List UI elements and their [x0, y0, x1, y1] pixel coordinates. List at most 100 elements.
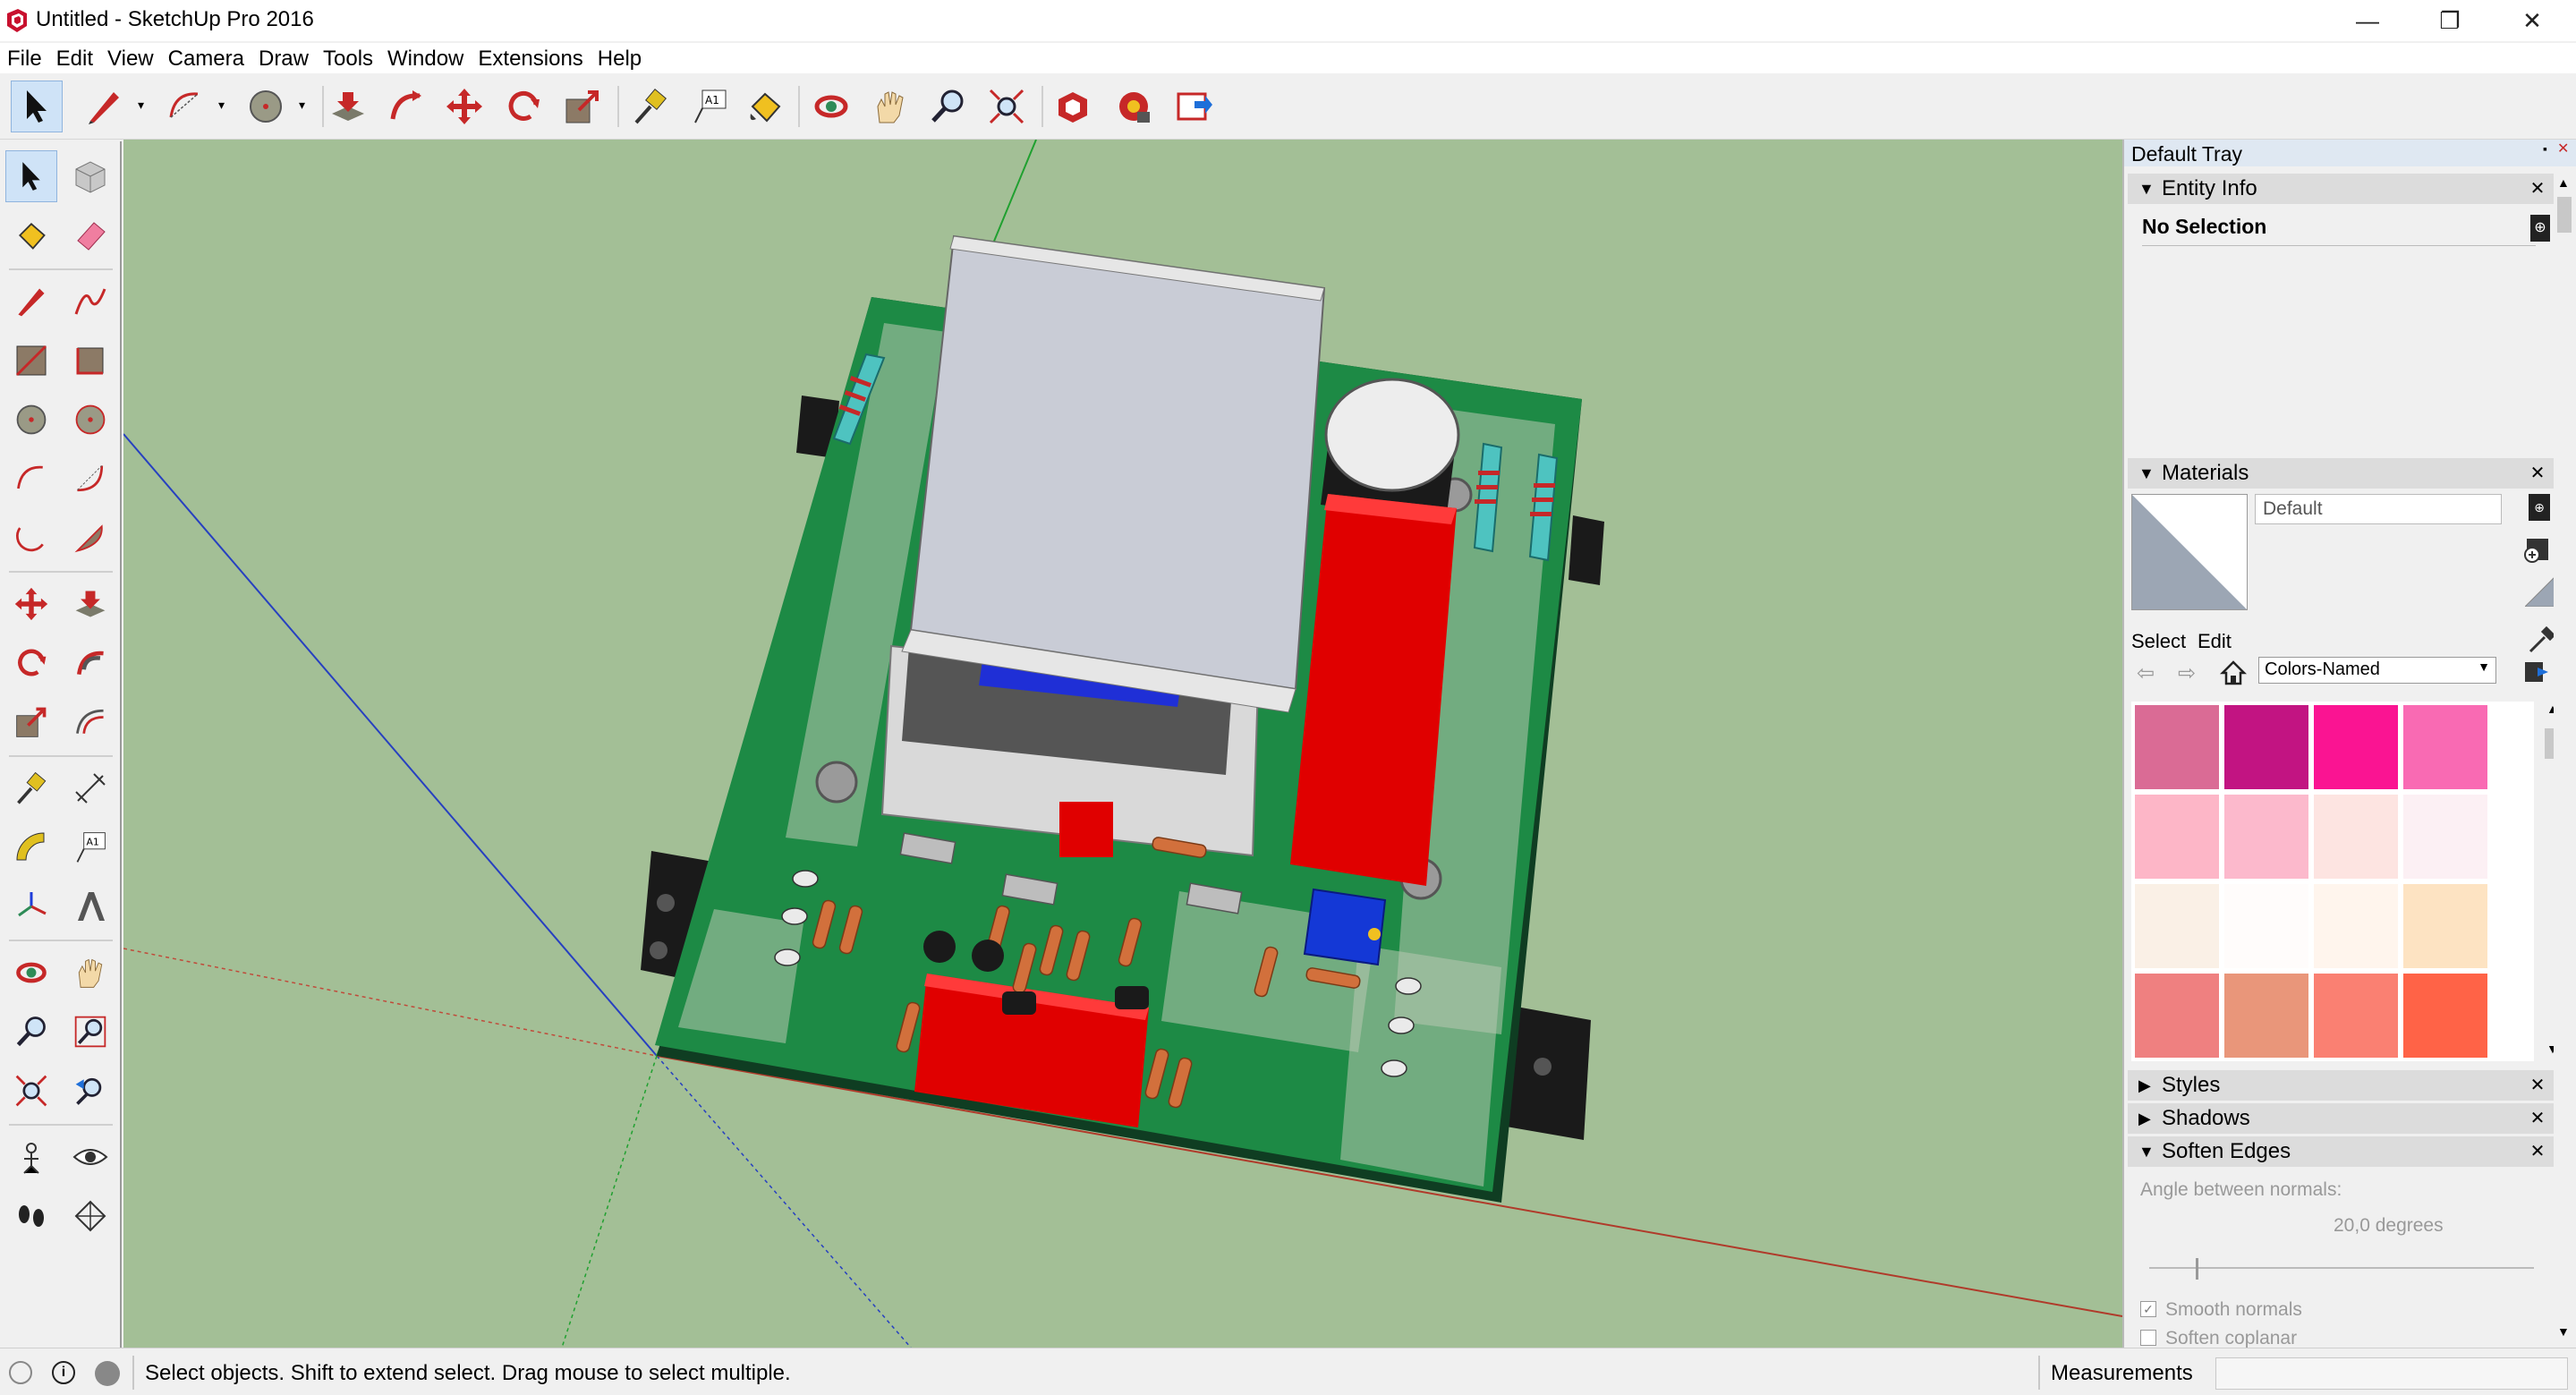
chevron-down-icon[interactable]: ▾: [138, 98, 150, 111]
rotate-tool-button[interactable]: [5, 637, 57, 689]
zoom-extents-tool-button[interactable]: [981, 81, 1033, 132]
measurements-input[interactable]: [2215, 1357, 2568, 1390]
offset-tool-button[interactable]: [64, 696, 116, 748]
rotated-rectangle-tool-button[interactable]: [64, 335, 116, 387]
arc-tool-button[interactable]: [5, 453, 57, 505]
extension-warehouse-button[interactable]: [1108, 81, 1160, 132]
details-arrow-icon[interactable]: [2523, 659, 2550, 685]
paint-bucket-tool-button[interactable]: [5, 209, 57, 261]
close-icon[interactable]: ✕: [2527, 1103, 2548, 1134]
chevron-down-icon[interactable]: ▼: [2557, 1324, 2570, 1339]
angle-slider-track[interactable]: [2149, 1267, 2534, 1269]
walk-tool-button[interactable]: [5, 1190, 57, 1242]
scroll-thumb[interactable]: [2557, 197, 2572, 233]
zoom-tool-button[interactable]: [5, 1006, 57, 1058]
zoom-tool-button[interactable]: [922, 81, 973, 132]
paint-bucket-tool-button[interactable]: [739, 81, 791, 132]
close-icon[interactable]: ✕: [2527, 174, 2548, 204]
follow-me-tool-button[interactable]: [379, 81, 431, 132]
make-component-button[interactable]: [64, 150, 116, 202]
material-swatch[interactable]: [2403, 705, 2487, 789]
menu-file[interactable]: File: [0, 43, 49, 73]
zoom-window-tool-button[interactable]: [64, 1006, 116, 1058]
section-plane-tool-button[interactable]: [64, 1190, 116, 1242]
scale-tool-button[interactable]: [557, 81, 608, 132]
two-point-arc-tool-button[interactable]: [64, 453, 116, 505]
orbit-tool-button[interactable]: [805, 81, 857, 132]
soften-edges-header[interactable]: ▼ Soften Edges ✕: [2128, 1136, 2554, 1167]
menu-view[interactable]: View: [100, 43, 161, 73]
library-select[interactable]: Colors-Named ▼: [2258, 657, 2496, 684]
line-tool-button[interactable]: [79, 81, 131, 132]
position-camera-tool-button[interactable]: [5, 1131, 57, 1183]
chevron-down-icon[interactable]: ▾: [299, 98, 311, 111]
freehand-tool-button[interactable]: [64, 276, 116, 327]
three-point-arc-tool-button[interactable]: [5, 512, 57, 564]
material-swatch[interactable]: [2403, 884, 2487, 968]
material-swatch[interactable]: [2403, 974, 2487, 1058]
rectangle-tool-button[interactable]: [5, 335, 57, 387]
follow-me-tool-button[interactable]: [64, 637, 116, 689]
menu-camera[interactable]: Camera: [161, 43, 251, 73]
polygon-tool-button[interactable]: [64, 394, 116, 446]
look-around-tool-button[interactable]: [64, 1131, 116, 1183]
chevron-down-icon[interactable]: ▾: [218, 98, 231, 111]
user-account-icon[interactable]: [95, 1361, 120, 1386]
rotate-tool-button[interactable]: [497, 81, 549, 132]
circle-tool-button[interactable]: [240, 81, 292, 132]
push-pull-tool-button[interactable]: [64, 578, 116, 630]
material-details-icon[interactable]: ⊕: [2529, 494, 2550, 521]
eyedropper-icon[interactable]: [2527, 625, 2557, 655]
restore-button[interactable]: ❐: [2409, 0, 2491, 41]
material-swatch[interactable]: [2314, 795, 2398, 879]
styles-header[interactable]: ▶ Styles ✕: [2128, 1070, 2554, 1101]
chevron-up-icon[interactable]: ▲: [2557, 175, 2570, 190]
soften-coplanar-checkbox[interactable]: [2140, 1330, 2156, 1346]
close-icon[interactable]: ✕: [2527, 1136, 2548, 1167]
shadows-header[interactable]: ▶ Shadows ✕: [2128, 1103, 2554, 1134]
push-pull-tool-button[interactable]: [322, 81, 374, 132]
close-icon[interactable]: ✕: [2527, 458, 2548, 489]
materials-header[interactable]: ▼ Materials ✕: [2128, 458, 2554, 489]
zoom-extents-tool-button[interactable]: [5, 1065, 57, 1117]
material-swatch[interactable]: [2224, 974, 2308, 1058]
text-tool-button[interactable]: A1: [684, 81, 735, 132]
create-material-icon[interactable]: [2521, 533, 2554, 566]
close-icon[interactable]: ✕: [2557, 140, 2569, 157]
close-button[interactable]: ✕: [2491, 0, 2573, 41]
material-swatch[interactable]: [2135, 795, 2219, 879]
select-tool-button[interactable]: [5, 150, 57, 202]
move-tool-button[interactable]: [438, 81, 490, 132]
3d-text-tool-button[interactable]: [64, 880, 116, 932]
material-swatch[interactable]: [2224, 705, 2308, 789]
text-tool-button[interactable]: A1: [64, 821, 116, 873]
menu-edit[interactable]: Edit: [49, 43, 100, 73]
angle-slider-thumb[interactable]: [2196, 1258, 2198, 1280]
material-swatch[interactable]: [2403, 795, 2487, 879]
tape-measure-tool-button[interactable]: [5, 762, 57, 814]
material-swatch[interactable]: [2224, 884, 2308, 968]
entity-info-header[interactable]: ▼ Entity Info ✕: [2128, 174, 2554, 204]
pie-tool-button[interactable]: [64, 512, 116, 564]
3d-warehouse-button[interactable]: [1047, 81, 1099, 132]
protractor-tool-button[interactable]: [5, 821, 57, 873]
circle-tool-button[interactable]: [5, 394, 57, 446]
close-icon[interactable]: ✕: [2527, 1070, 2548, 1101]
info-icon[interactable]: i: [52, 1361, 75, 1384]
pin-icon[interactable]: ▪: [2543, 141, 2547, 156]
select-tab[interactable]: Select: [2131, 630, 2186, 653]
send-to-layout-button[interactable]: [1169, 81, 1220, 132]
drawing-viewport[interactable]: [123, 140, 2122, 1348]
menu-help[interactable]: Help: [591, 43, 649, 73]
menu-window[interactable]: Window: [380, 43, 471, 73]
material-swatch[interactable]: [2224, 795, 2308, 879]
orbit-tool-button[interactable]: [5, 947, 57, 999]
material-swatch[interactable]: [2135, 705, 2219, 789]
move-tool-button[interactable]: [5, 578, 57, 630]
eraser-tool-button[interactable]: [64, 209, 116, 261]
edit-tab[interactable]: Edit: [2198, 630, 2232, 653]
details-toggle-icon[interactable]: ⊕: [2530, 215, 2550, 242]
menu-draw[interactable]: Draw: [251, 43, 316, 73]
scale-tool-button[interactable]: [5, 696, 57, 748]
material-swatch[interactable]: [2314, 705, 2398, 789]
